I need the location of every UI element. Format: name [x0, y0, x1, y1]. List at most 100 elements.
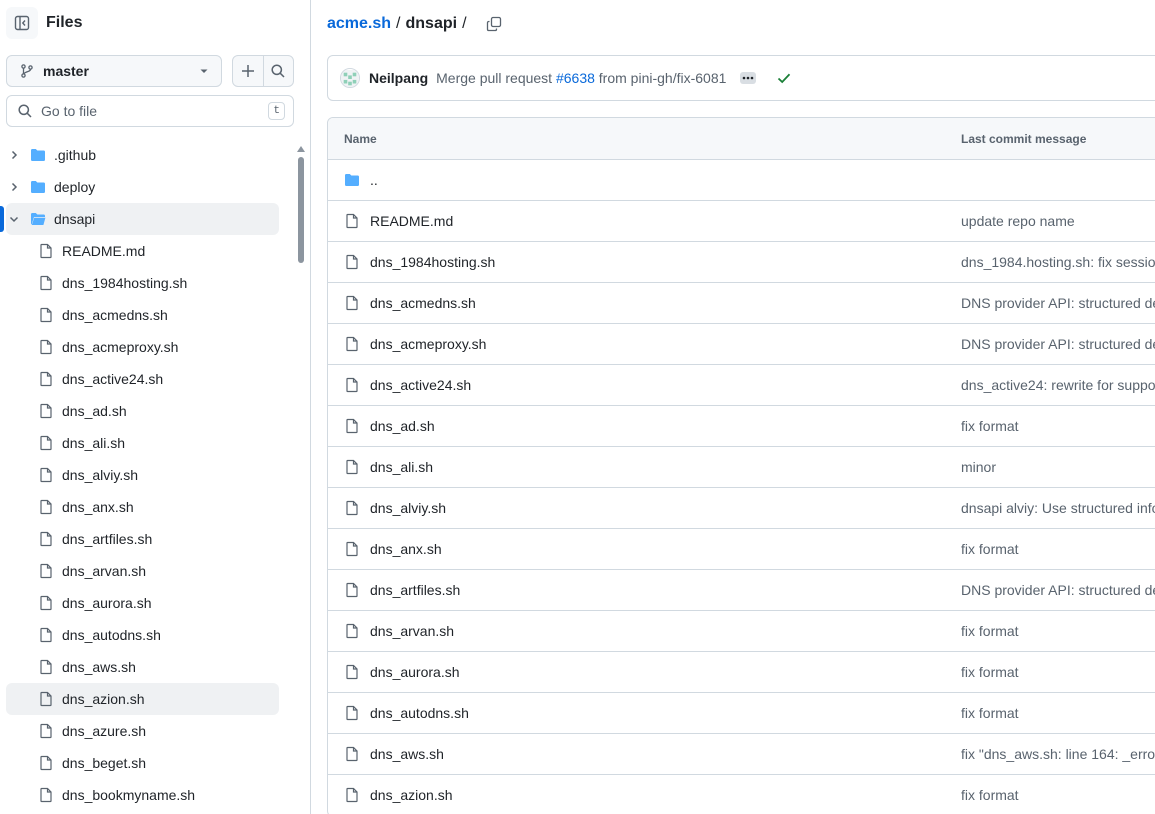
tree-file-item[interactable]: dns_azure.sh [6, 715, 279, 747]
commit-message-link[interactable]: update repo name [961, 213, 1075, 229]
table-row[interactable]: dns_ad.sh fix format [328, 406, 1155, 447]
tree-file-item[interactable]: dns_acmeproxy.sh [6, 331, 279, 363]
search-icon [271, 64, 286, 78]
file-name-link[interactable]: dns_azion.sh [370, 787, 961, 803]
commit-message-link[interactable]: DNS provider API: structured de [961, 582, 1155, 598]
file-name-link[interactable]: dns_arvan.sh [370, 623, 961, 639]
commit-message-link[interactable]: dns_active24: rewrite for suppor [961, 377, 1155, 393]
commit-message-link[interactable]: fix format [961, 787, 1019, 803]
chevron-right-icon[interactable] [6, 181, 22, 193]
table-row[interactable]: dns_ali.sh minor [328, 447, 1155, 488]
file-name-link[interactable]: dns_aurora.sh [370, 664, 961, 680]
table-row[interactable]: dns_aws.sh fix "dns_aws.sh: line 164: _er… [328, 734, 1155, 775]
file-name-link[interactable]: dns_active24.sh [370, 377, 961, 393]
tree-file-item[interactable]: dns_alviy.sh [6, 459, 279, 491]
tree-file-item[interactable]: dns_autodns.sh [6, 619, 279, 651]
tree-file-item[interactable]: dns_active24.sh [6, 363, 279, 395]
commit-message-link[interactable]: DNS provider API: structured de [961, 295, 1155, 311]
tree-file-item[interactable]: dns_acmedns.sh [6, 299, 279, 331]
table-row[interactable]: dns_alviy.sh dnsapi alviy: Use structured… [328, 488, 1155, 529]
table-row[interactable]: dns_acmeproxy.sh DNS provider API: struct… [328, 324, 1155, 365]
tree-file-item[interactable]: dns_ali.sh [6, 427, 279, 459]
commit-message-link[interactable]: minor [961, 459, 996, 475]
sidebar-scrollbar[interactable] [296, 146, 306, 814]
table-row[interactable]: dns_active24.sh dns_active24: rewrite for… [328, 365, 1155, 406]
table-row[interactable]: README.md update repo name [328, 201, 1155, 242]
file-name-link[interactable]: dns_alviy.sh [370, 500, 961, 516]
tree-file-label: dns_azion.sh [62, 691, 145, 707]
tree-file-item[interactable]: dns_anx.sh [6, 491, 279, 523]
commit-message-link[interactable]: fix format [961, 418, 1019, 434]
table-row[interactable]: dns_anx.sh fix format [328, 529, 1155, 570]
table-row[interactable]: dns_autodns.sh fix format [328, 693, 1155, 734]
file-name-link[interactable]: dns_anx.sh [370, 541, 961, 557]
chevron-down-icon[interactable] [6, 213, 22, 225]
tree-file-item[interactable]: dns_1984hosting.sh [6, 267, 279, 299]
tree-file-item[interactable]: README.md [6, 235, 279, 267]
folder-icon [344, 172, 360, 188]
tree-folder-github[interactable]: .github [6, 139, 279, 171]
commit-message-link[interactable]: dns_1984.hosting.sh: fix session [961, 254, 1155, 270]
column-header-last-commit-message: Last commit message [961, 131, 1087, 146]
tree-file-label: dns_active24.sh [62, 371, 164, 387]
tree-folder-deploy[interactable]: deploy [6, 171, 279, 203]
commit-message-link[interactable]: DNS provider API: structured de [961, 336, 1155, 352]
add-file-button[interactable] [233, 56, 263, 86]
pull-request-link[interactable]: #6638 [556, 70, 595, 86]
file-icon [344, 377, 360, 393]
tree-file-item[interactable]: dns_azion.sh [6, 683, 279, 715]
file-name-link[interactable]: dns_ali.sh [370, 459, 961, 475]
commit-message[interactable]: Merge pull request #6638 from pini-gh/fi… [436, 70, 726, 86]
commit-message-link[interactable]: fix "dns_aws.sh: line 164: _error: [961, 746, 1155, 762]
collapse-sidebar-button[interactable] [6, 7, 38, 39]
search-icon [18, 104, 32, 118]
file-name-link[interactable]: dns_acmeproxy.sh [370, 336, 961, 352]
file-name-link[interactable]: dns_acmedns.sh [370, 295, 961, 311]
table-row[interactable]: dns_aurora.sh fix format [328, 652, 1155, 693]
parent-directory-link[interactable]: .. [370, 172, 961, 188]
commit-author[interactable]: Neilpang [369, 70, 428, 86]
file-name-link[interactable]: dns_artfiles.sh [370, 582, 961, 598]
commit-message-link[interactable]: fix format [961, 623, 1019, 639]
avatar[interactable] [340, 68, 360, 88]
table-row[interactable]: dns_azion.sh fix format [328, 775, 1155, 814]
tree-file-item[interactable]: dns_ad.sh [6, 395, 279, 427]
tree-file-item[interactable]: dns_aws.sh [6, 651, 279, 683]
table-row[interactable]: dns_artfiles.sh DNS provider API: structu… [328, 570, 1155, 611]
commit-message-link[interactable]: fix format [961, 705, 1019, 721]
commit-message-prefix: Merge pull request [436, 70, 553, 86]
file-name-link[interactable]: dns_1984hosting.sh [370, 254, 961, 270]
search-files-button[interactable] [262, 56, 293, 86]
file-name-link[interactable]: README.md [370, 213, 961, 229]
commit-message-link[interactable]: dnsapi alviy: Use structured info [961, 500, 1155, 516]
file-icon [344, 336, 360, 352]
file-icon [344, 705, 360, 721]
chevron-right-icon[interactable] [6, 149, 22, 161]
table-row[interactable]: dns_arvan.sh fix format [328, 611, 1155, 652]
table-row[interactable]: dns_1984hosting.sh dns_1984.hosting.sh: f… [328, 242, 1155, 283]
breadcrumb: acme.sh / dnsapi / [327, 12, 502, 36]
file-name-link[interactable]: dns_autodns.sh [370, 705, 961, 721]
file-name-link[interactable]: dns_ad.sh [370, 418, 961, 434]
scrollbar-thumb[interactable] [298, 157, 304, 263]
tree-file-item[interactable]: dns_artfiles.sh [6, 523, 279, 555]
commit-status-check[interactable] [776, 70, 792, 86]
branch-selector[interactable]: master [6, 55, 222, 87]
tree-file-item[interactable]: dns_bookmyname.sh [6, 779, 279, 811]
tree-file-item[interactable]: dns_arvan.sh [6, 555, 279, 587]
table-row[interactable]: dns_acmedns.sh DNS provider API: structur… [328, 283, 1155, 324]
tree-file-item[interactable]: dns_aurora.sh [6, 587, 279, 619]
tree-file-item[interactable]: dns_beget.sh [6, 747, 279, 779]
expand-commit-message-button[interactable] [740, 72, 757, 84]
file-name-link[interactable]: dns_aws.sh [370, 746, 961, 762]
file-icon [38, 403, 54, 419]
parent-directory-row[interactable]: .. [328, 160, 1155, 201]
scroll-up-arrow-icon[interactable] [297, 146, 305, 152]
copy-path-button[interactable] [486, 16, 502, 32]
tree-folder-dnsapi[interactable]: dnsapi [0, 203, 279, 235]
commit-message-link[interactable]: fix format [961, 664, 1019, 680]
go-to-file-input[interactable]: Go to file t [6, 95, 294, 127]
breadcrumb-repo-link[interactable]: acme.sh [327, 15, 391, 33]
commit-message-link[interactable]: fix format [961, 541, 1019, 557]
tree-file-label: dns_bookmyname.sh [62, 787, 196, 803]
